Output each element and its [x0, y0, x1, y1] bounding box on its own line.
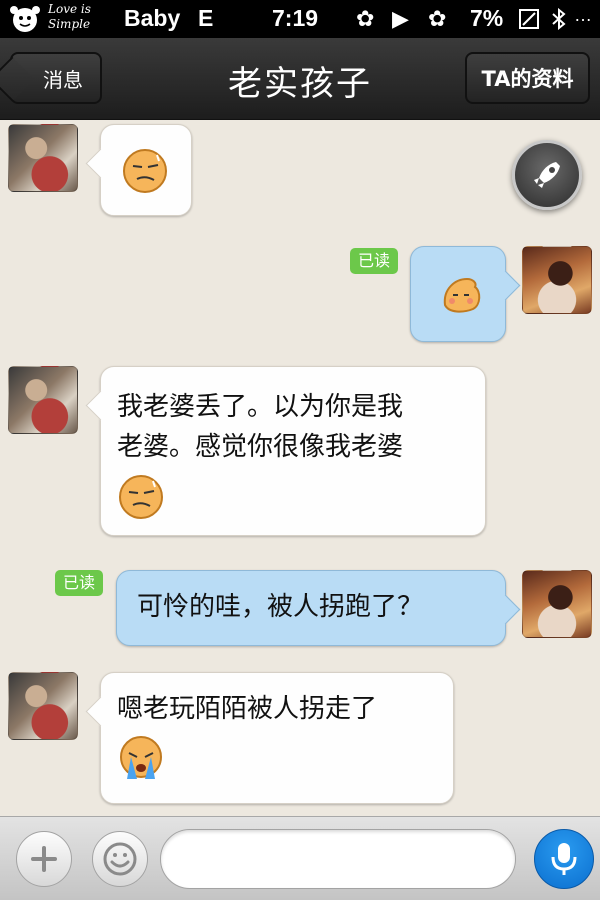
play-icon: ▶ — [392, 6, 409, 31]
add-button[interactable] — [16, 831, 72, 887]
contact-avatar[interactable] — [8, 366, 78, 434]
voice-button[interactable] — [534, 829, 594, 889]
profile-button[interactable]: TA的资料 — [465, 52, 590, 104]
crying-emoji-icon — [117, 735, 165, 783]
network-type: E — [198, 5, 214, 31]
carrier-name: Baby — [124, 5, 181, 31]
gear-icon: ✿ — [356, 6, 375, 31]
bluetooth-icon — [552, 8, 566, 30]
message-text-line: 老婆。感觉你很像我老婆 — [117, 432, 404, 462]
my-avatar[interactable] — [522, 246, 592, 314]
my-avatar[interactable] — [522, 570, 592, 638]
page-title: 老实孩子 — [228, 64, 372, 104]
read-badge: 已读 — [350, 248, 399, 274]
love-is-simple-text: Love is Simple — [48, 2, 91, 31]
contact-avatar[interactable] — [8, 124, 78, 192]
message-text: 可怜的哇，被人拐跑了？ — [137, 592, 424, 622]
plus-icon — [31, 846, 57, 872]
shy-blob-emoji-icon — [437, 271, 485, 319]
emoji-button[interactable] — [92, 831, 148, 887]
message-bubble[interactable]: 嗯老玩陌陌被人拐走了 — [100, 672, 454, 804]
more-icon: … — [574, 5, 592, 25]
cartoon-logo-icon — [10, 6, 40, 32]
smiley-icon — [103, 842, 137, 876]
rocket-button[interactable] — [512, 140, 582, 210]
message-bubble[interactable] — [100, 124, 192, 216]
input-bar — [0, 816, 600, 900]
battery-percent: 7% — [470, 5, 504, 31]
back-button-label: 消息 — [43, 67, 83, 92]
message-text-line: 我老婆丢了。以为你是我 — [117, 392, 404, 422]
message-bubble[interactable]: 我老婆丢了。以为你是我 老婆。感觉你很像我老婆 — [100, 366, 486, 536]
location-arrow-icon — [519, 9, 539, 29]
read-badge: 已读 — [55, 570, 104, 596]
back-button[interactable]: 消息 — [10, 52, 102, 104]
nav-bar: 消息 老实孩子 TA的资料 — [0, 38, 600, 120]
message-input[interactable] — [160, 829, 516, 889]
smug-emoji-icon — [121, 147, 169, 195]
clock: 7:19 — [272, 5, 319, 31]
smug-emoji-icon — [117, 473, 165, 521]
message-bubble[interactable] — [410, 246, 506, 342]
rocket-icon — [534, 162, 560, 188]
status-bar: Love is Simple Baby E 7:19 ✿ ▶ ✿ 7% … — [0, 0, 600, 38]
contact-avatar[interactable] — [8, 672, 78, 740]
message-bubble[interactable]: 可怜的哇，被人拐跑了？ — [116, 570, 506, 646]
chat-area[interactable]: 已读 我老婆丢了。以为你是我 老婆。感觉你很像我老婆 已读 可怜的哇，被人拐跑了… — [0, 120, 600, 816]
profile-button-label: TA的资料 — [481, 67, 574, 91]
message-text: 嗯老玩陌陌被人拐走了 — [117, 694, 378, 724]
gear-icon: ✿ — [428, 6, 447, 31]
microphone-icon — [551, 843, 577, 875]
